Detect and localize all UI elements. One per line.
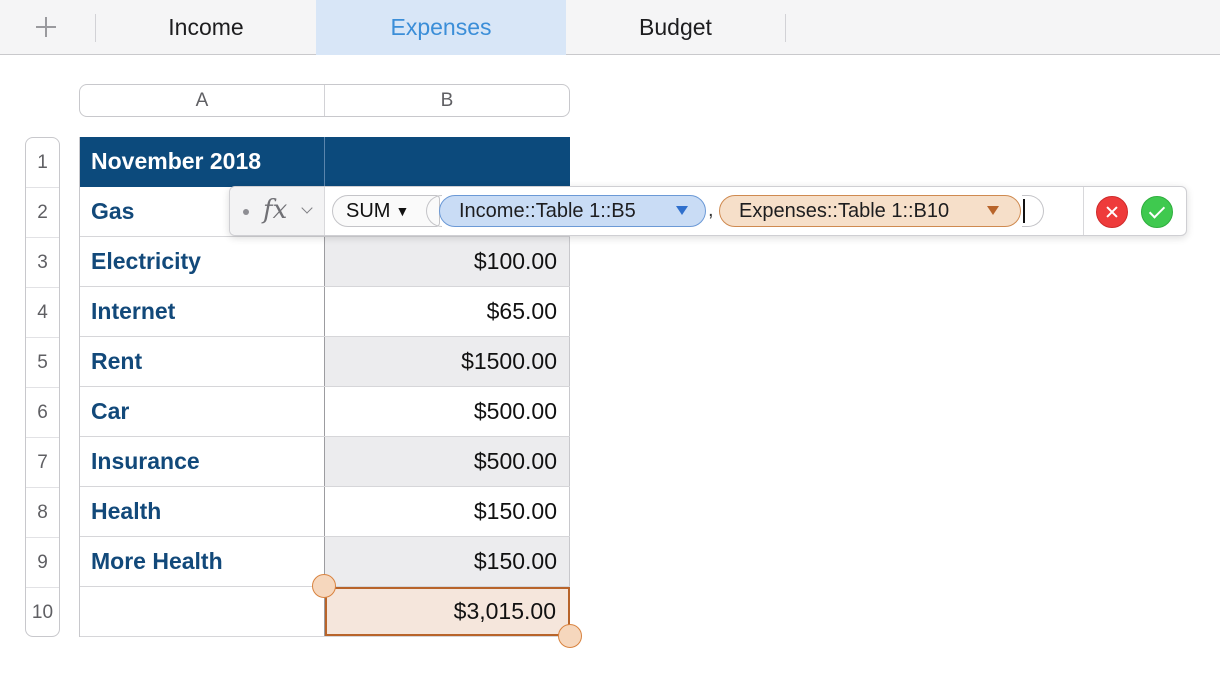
reference-label: Expenses::Table 1::B10 — [739, 199, 950, 222]
row-header[interactable]: 6 — [26, 388, 59, 438]
reference-token-expenses[interactable]: Expenses::Table 1::B10 — [719, 195, 1021, 227]
value-cell[interactable]: $100.00 — [325, 237, 570, 286]
table-row: Internet $65.00 — [80, 287, 570, 337]
row-header[interactable]: 2 — [26, 188, 59, 238]
row-headers: 1 2 3 4 5 6 7 8 9 10 — [25, 137, 60, 637]
row-header[interactable]: 4 — [26, 288, 59, 338]
row-header[interactable]: 9 — [26, 538, 59, 588]
column-header-a[interactable]: A — [80, 85, 325, 116]
total-value-cell[interactable]: $3,015.00 — [325, 587, 570, 636]
table-header-row: November 2018 — [80, 137, 570, 187]
table-row: Insurance $500.00 — [80, 437, 570, 487]
value-cell[interactable]: $500.00 — [325, 437, 570, 486]
dropdown-arrow-icon[interactable] — [987, 206, 999, 215]
formula-editor: fx SUM ▼ Income::Table 1::B5 , Expenses:… — [229, 186, 1187, 236]
table-row: Health $150.00 — [80, 487, 570, 537]
label-cell[interactable]: Rent — [80, 337, 325, 386]
value-cell[interactable]: $150.00 — [325, 537, 570, 586]
table-row: Car $500.00 — [80, 387, 570, 437]
tab-divider — [785, 14, 786, 42]
function-name: SUM — [346, 199, 391, 222]
table-row: Electricity $100.00 — [80, 237, 570, 287]
row-header[interactable]: 5 — [26, 338, 59, 388]
plus-icon[interactable] — [30, 12, 62, 44]
function-browser-button[interactable]: fx — [230, 187, 325, 235]
tab-income[interactable]: Income — [96, 0, 316, 55]
tab-expenses[interactable]: Expenses — [316, 0, 566, 55]
label-cell[interactable]: More Health — [80, 537, 325, 586]
drag-dot-icon — [243, 209, 249, 215]
row-header[interactable]: 8 — [26, 488, 59, 538]
argument-separator: , — [708, 199, 714, 221]
value-cell[interactable]: $500.00 — [325, 387, 570, 436]
dropdown-arrow-icon: ▼ — [395, 203, 410, 219]
tab-budget[interactable]: Budget — [566, 0, 785, 55]
label-cell[interactable]: Health — [80, 487, 325, 536]
selection-handle-bottom-right[interactable] — [558, 624, 582, 648]
function-token[interactable]: SUM ▼ — [332, 195, 440, 227]
label-cell[interactable]: Internet — [80, 287, 325, 336]
fx-label: fx — [263, 195, 288, 225]
reference-token-income[interactable]: Income::Table 1::B5 — [439, 195, 706, 227]
label-cell[interactable]: Car — [80, 387, 325, 436]
value-cell[interactable]: $1500.00 — [325, 337, 570, 386]
selection-handle-top-left[interactable] — [312, 574, 336, 598]
label-cell[interactable]: Insurance — [80, 437, 325, 486]
table-row: Rent $1500.00 — [80, 337, 570, 387]
column-header-b[interactable]: B — [325, 85, 569, 116]
value-cell[interactable]: $65.00 — [325, 287, 570, 336]
label-cell[interactable]: Electricity — [80, 237, 325, 286]
dropdown-arrow-icon[interactable] — [676, 206, 688, 215]
sheet-tab-bar: Income Expenses Budget — [0, 0, 1220, 55]
accept-icon[interactable] — [1141, 196, 1173, 228]
row-header[interactable]: 7 — [26, 438, 59, 488]
reference-label: Income::Table 1::B5 — [459, 199, 636, 222]
table-title-cell[interactable]: November 2018 — [80, 137, 325, 186]
divider — [1083, 187, 1084, 235]
chevron-down-icon — [301, 202, 313, 214]
checkmark-icon — [1148, 202, 1166, 219]
row-header[interactable]: 1 — [26, 138, 59, 188]
cancel-icon[interactable] — [1096, 196, 1128, 228]
total-label-cell[interactable] — [80, 587, 325, 636]
row-header[interactable]: 10 — [26, 588, 59, 636]
table-header-cell[interactable] — [325, 137, 570, 186]
value-cell[interactable]: $150.00 — [325, 487, 570, 536]
column-headers: A B — [79, 84, 570, 117]
close-paren — [1022, 195, 1044, 227]
row-header[interactable]: 3 — [26, 238, 59, 288]
